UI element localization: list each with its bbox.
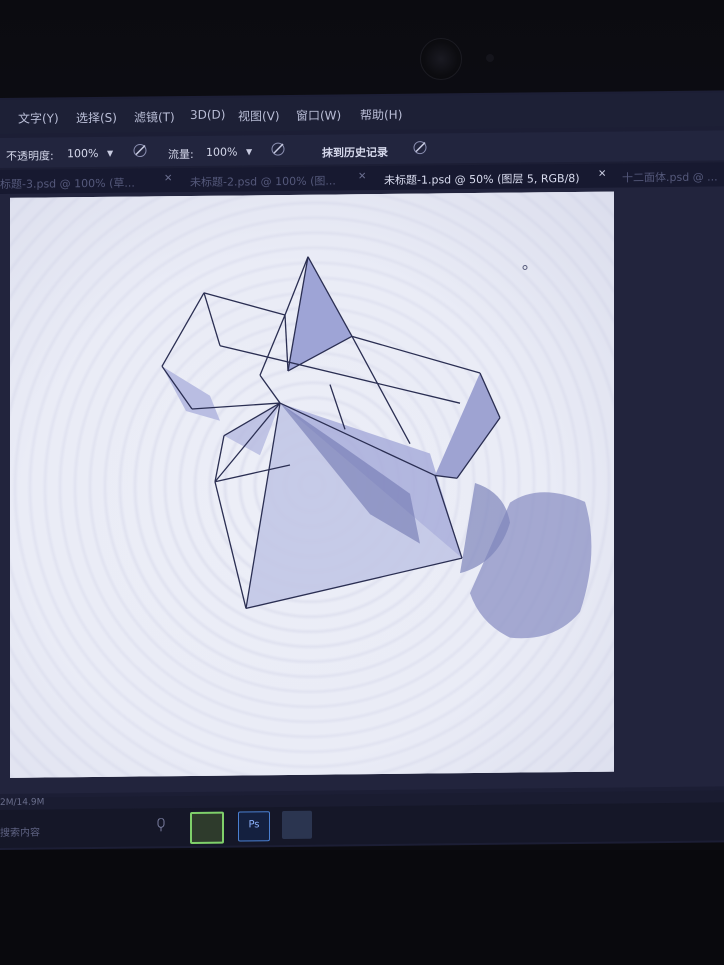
flow-value[interactable]: 100% xyxy=(206,146,237,159)
tab-doc-1-active[interactable]: 未标题-1.psd @ 50% (图层 5, RGB/8) xyxy=(384,170,580,188)
tab-dodecahedron[interactable]: 十二面体.psd @ ... xyxy=(622,168,718,185)
tab-doc-3[interactable]: 标题-3.psd @ 100% (草... xyxy=(0,175,135,192)
green-app-icon[interactable] xyxy=(190,811,224,845)
tab-doc-2[interactable]: 未标题-2.psd @ 100% (图... xyxy=(190,172,336,190)
windows-taskbar xyxy=(0,802,724,848)
close-icon[interactable]: ✕ xyxy=(598,169,606,180)
opacity-value[interactable]: 100% xyxy=(67,147,98,160)
menu-filter[interactable]: 滤镜(T) xyxy=(134,108,175,125)
photoshop-window: 文字(Y) 选择(S) 滤镜(T) 3D(D) 视图(V) 窗口(W) 帮助(H… xyxy=(0,90,724,850)
close-icon[interactable]: ✕ xyxy=(164,173,172,184)
menu-select[interactable]: 选择(S) xyxy=(76,109,117,126)
flow-label: 流量: xyxy=(168,147,194,162)
menu-text[interactable]: 文字(Y) xyxy=(18,109,59,126)
left-shade xyxy=(224,403,280,456)
pyramid-prism-sketch xyxy=(161,256,592,639)
sensor-icon xyxy=(486,54,494,62)
document-canvas[interactable] xyxy=(10,191,614,778)
monitor-bottom-bezel xyxy=(0,850,724,965)
airbrush-icon[interactable] xyxy=(270,141,286,157)
photoshop-icon[interactable]: Ps xyxy=(238,811,270,842)
menu-view[interactable]: 视图(V) xyxy=(238,107,280,124)
opacity-label: 不透明度: xyxy=(6,149,54,163)
erase-to-history-label[interactable]: 抹到历史记录 xyxy=(322,144,388,161)
microphone-icon[interactable] xyxy=(156,818,166,832)
menu-window[interactable]: 窗口(W) xyxy=(296,106,341,123)
opacity-dropdown-icon[interactable]: ▼ xyxy=(107,149,113,158)
brush-cursor-icon xyxy=(522,265,528,271)
menu-help[interactable]: 帮助(H) xyxy=(360,106,402,123)
webcam-icon xyxy=(420,38,462,80)
taskbar-search-hint[interactable]: 搜索内容 xyxy=(0,824,40,839)
close-icon[interactable]: ✕ xyxy=(358,171,366,182)
prism-left-end xyxy=(162,366,220,421)
pressure-size-icon[interactable] xyxy=(412,140,428,156)
pressure-opacity-icon[interactable] xyxy=(132,142,148,158)
flow-dropdown-icon[interactable]: ▼ xyxy=(246,147,252,156)
photo-viewer-icon[interactable] xyxy=(282,810,312,840)
menu-3d[interactable]: 3D(D) xyxy=(190,108,225,122)
doc-size-readout: 2M/14.9M xyxy=(0,797,45,808)
